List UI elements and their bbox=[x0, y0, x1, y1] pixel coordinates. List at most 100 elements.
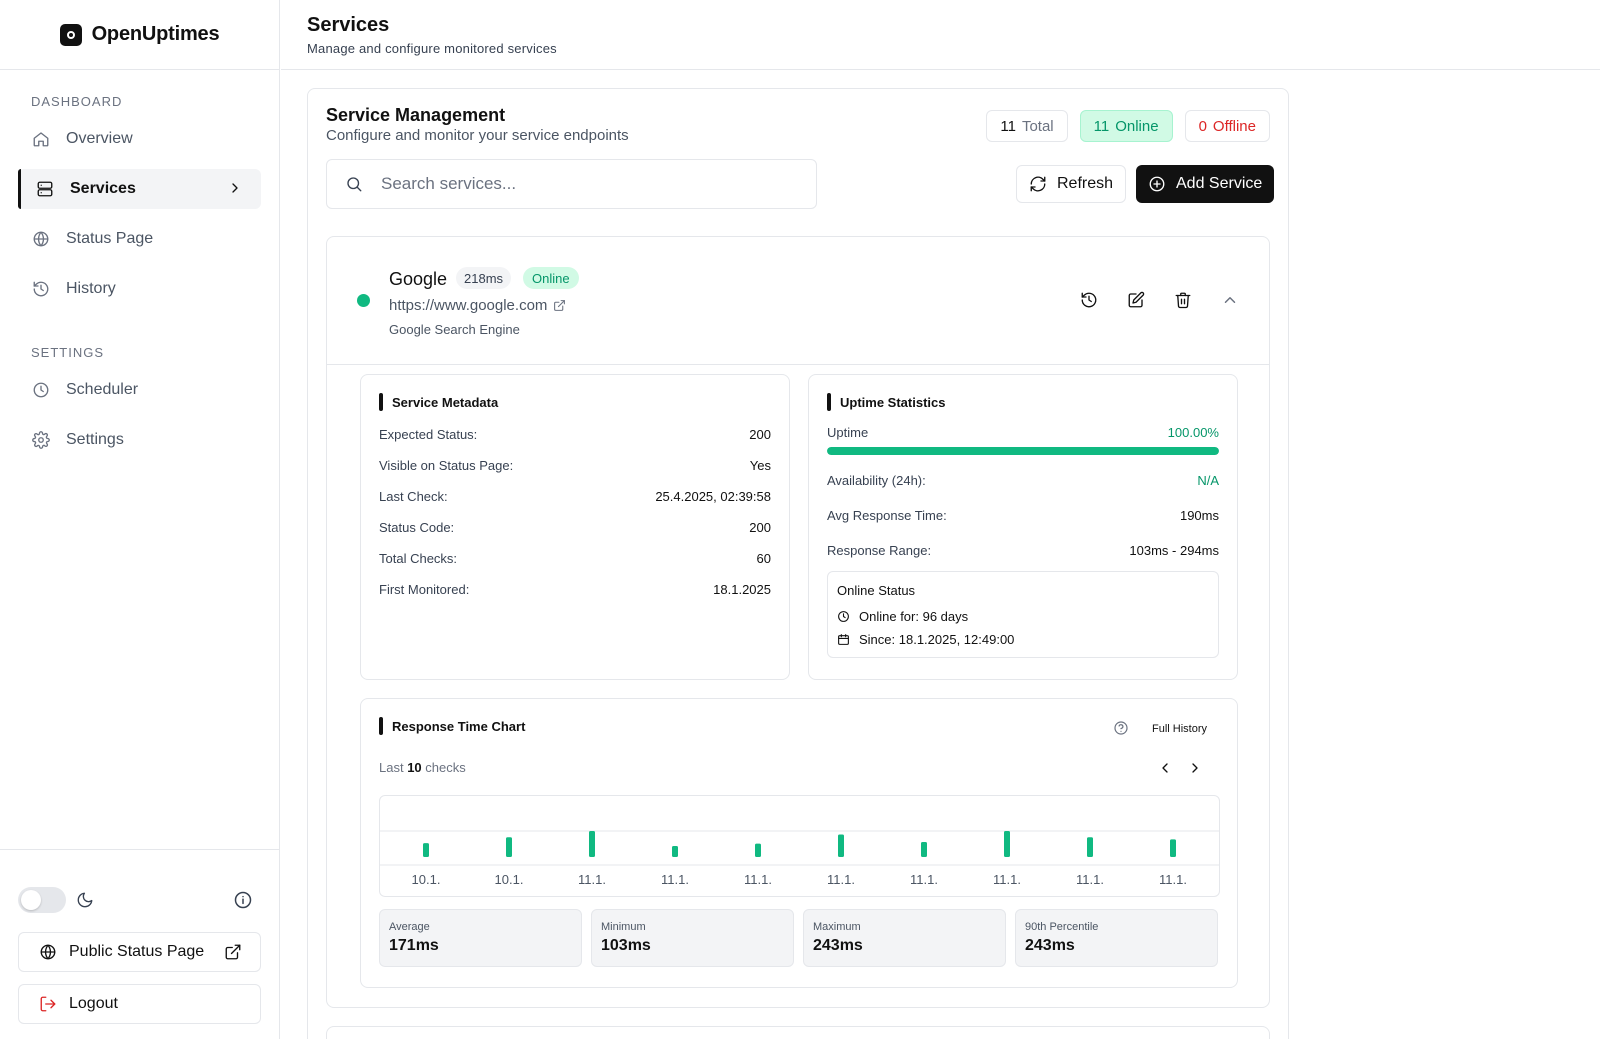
metadata-row: Status Code: 200 bbox=[379, 520, 771, 535]
service-description: Google Search Engine bbox=[389, 322, 520, 337]
metadata-row: Visible on Status Page: Yes bbox=[379, 458, 771, 473]
search-icon bbox=[347, 177, 362, 192]
panel-title: Uptime Statistics bbox=[827, 393, 945, 411]
clock-icon bbox=[838, 611, 849, 622]
refresh-icon bbox=[1030, 176, 1046, 192]
chart-tick-label: 11.1. bbox=[993, 872, 1021, 887]
uptime-row: Availability (24h): N/A bbox=[827, 473, 1219, 488]
sidebar-item-services[interactable]: Services bbox=[18, 169, 261, 209]
sidebar-item-overview[interactable]: Overview bbox=[18, 119, 261, 159]
service-actions bbox=[1080, 291, 1239, 309]
last-checks-label: Last 10 checks bbox=[379, 760, 466, 775]
chart-tick-label: 11.1. bbox=[744, 872, 772, 887]
public-status-page-label: Public Status Page bbox=[69, 943, 205, 960]
sidebar-footer: Public Status Page Logout bbox=[0, 849, 279, 1039]
chevron-left-icon[interactable] bbox=[1157, 760, 1173, 776]
sidebar-item-label: History bbox=[66, 280, 116, 297]
chart-tick-label: 11.1. bbox=[1076, 872, 1104, 887]
dark-mode-toggle[interactable] bbox=[18, 887, 66, 913]
search-input[interactable] bbox=[381, 174, 801, 194]
brand[interactable]: OpenUptimes bbox=[0, 0, 279, 70]
moon-icon bbox=[77, 892, 93, 908]
search-box bbox=[326, 159, 817, 209]
logout-button[interactable]: Logout bbox=[18, 984, 261, 1024]
stat-90th-percentile: 90th Percentile 243ms bbox=[1015, 909, 1218, 967]
edit-icon[interactable] bbox=[1127, 291, 1145, 309]
external-link-icon bbox=[554, 300, 566, 311]
sidebar-item-label: Settings bbox=[66, 431, 124, 448]
chart-bar[interactable] bbox=[423, 843, 429, 857]
chart-bar[interactable] bbox=[506, 837, 512, 857]
sidebar-item-label: Status Page bbox=[66, 230, 154, 247]
help-icon[interactable] bbox=[1113, 720, 1129, 736]
uptime-statistics-panel: Uptime Statistics Uptime 100.00% Availabi… bbox=[808, 374, 1238, 680]
sidebar-item-label: Scheduler bbox=[66, 381, 139, 398]
sidebar-item-status-page[interactable]: Status Page bbox=[18, 219, 261, 259]
chart-bar[interactable] bbox=[1170, 839, 1176, 857]
service-name: Google bbox=[389, 269, 448, 289]
clock-icon bbox=[33, 382, 49, 398]
app-logo-icon bbox=[59, 23, 82, 46]
chevron-up-icon[interactable] bbox=[1221, 291, 1239, 309]
online-status-title: Online Status bbox=[837, 583, 916, 598]
nav-section-settings: SETTINGS bbox=[31, 345, 105, 360]
service-metadata-panel: Service Metadata Expected Status: 200 Vis… bbox=[360, 374, 790, 680]
uptime-row: Response Range: 103ms - 294ms bbox=[827, 543, 1219, 558]
refresh-button[interactable]: Refresh bbox=[1016, 165, 1127, 203]
add-service-label: Add Service bbox=[1176, 175, 1263, 192]
refresh-label: Refresh bbox=[1057, 175, 1114, 192]
service-url-link[interactable]: https://www.google.com bbox=[389, 297, 566, 314]
online-count-badge: 11 Online bbox=[1079, 110, 1173, 142]
nav-section-dashboard: DASHBOARD bbox=[31, 94, 123, 109]
response-time-chart-panel: Response Time Chart Full History Last 10… bbox=[360, 698, 1238, 988]
online-for: Online for: 96 days bbox=[837, 609, 968, 624]
uptime-row: Uptime 100.00% bbox=[827, 425, 1219, 440]
trash-icon[interactable] bbox=[1174, 291, 1192, 309]
metadata-row: First Monitored: 18.1.2025 bbox=[379, 582, 771, 597]
chart-bar[interactable] bbox=[1087, 837, 1093, 857]
sidebar-item-scheduler[interactable]: Scheduler bbox=[18, 370, 261, 410]
globe-icon bbox=[40, 944, 56, 960]
sidebar-item-settings[interactable]: Settings bbox=[18, 420, 261, 460]
full-history-button[interactable]: Full History bbox=[1152, 723, 1207, 735]
response-time-chart: 10.1. 10.1. 11.1. 11.1. 11.1. 11.1. 11.1. 11.1.… bbox=[379, 795, 1220, 897]
card-subtitle: Configure and monitor your service endpo… bbox=[326, 127, 629, 144]
service-management-card: Service Management Configure and monitor… bbox=[307, 88, 1289, 1039]
chevron-right-icon[interactable] bbox=[1187, 760, 1203, 776]
uptime-progress-bar bbox=[827, 447, 1219, 455]
metadata-row: Last Check: 25.4.2025, 02:39:58 bbox=[379, 489, 771, 504]
chart-bar[interactable] bbox=[1004, 831, 1010, 857]
sidebar-item-history[interactable]: History bbox=[18, 269, 261, 309]
metadata-row: Expected Status: 200 bbox=[379, 427, 771, 442]
home-icon bbox=[33, 132, 49, 147]
service-card-next[interactable] bbox=[326, 1026, 1270, 1039]
calendar-icon bbox=[838, 634, 849, 645]
chart-bar[interactable] bbox=[921, 842, 927, 857]
chart-bar[interactable] bbox=[672, 845, 678, 857]
offline-count-badge: 0 Offline bbox=[1184, 110, 1270, 142]
online-since: Since: 18.1.2025, 12:49:00 bbox=[837, 632, 1014, 647]
logout-label: Logout bbox=[69, 995, 118, 1012]
panel-title: Response Time Chart bbox=[379, 717, 525, 735]
external-link-icon bbox=[225, 944, 241, 960]
chart-tick-label: 11.1. bbox=[827, 872, 855, 887]
chart-tick-label: 10.1. bbox=[412, 872, 441, 887]
chart-bar[interactable] bbox=[755, 843, 761, 857]
add-service-button[interactable]: Add Service bbox=[1136, 165, 1275, 203]
chart-canvas: 10.1. 10.1. 11.1. 11.1. 11.1. 11.1. 11.1. 11.1.… bbox=[380, 830, 1219, 887]
service-header[interactable]: Google 218ms Online https://www.google.c… bbox=[327, 237, 1269, 365]
public-status-page-button[interactable]: Public Status Page bbox=[18, 932, 261, 972]
uptime-row: Avg Response Time: 190ms bbox=[827, 508, 1219, 523]
theme-toggle-row bbox=[18, 880, 261, 920]
sidebar: OpenUptimes DASHBOARD Overview Services … bbox=[0, 0, 280, 1039]
history-icon bbox=[33, 281, 49, 297]
sidebar-item-label: Overview bbox=[66, 130, 133, 147]
service-url: https://www.google.com bbox=[389, 297, 548, 314]
app-name: OpenUptimes bbox=[91, 23, 220, 45]
service-counts: 11 Total 11 Online 0 Offline bbox=[986, 110, 1270, 142]
chart-bar[interactable] bbox=[589, 831, 595, 857]
info-icon[interactable] bbox=[233, 890, 253, 910]
chart-tick-label: 11.1. bbox=[1159, 872, 1187, 887]
history-icon[interactable] bbox=[1080, 291, 1098, 309]
chart-bar[interactable] bbox=[838, 834, 844, 857]
